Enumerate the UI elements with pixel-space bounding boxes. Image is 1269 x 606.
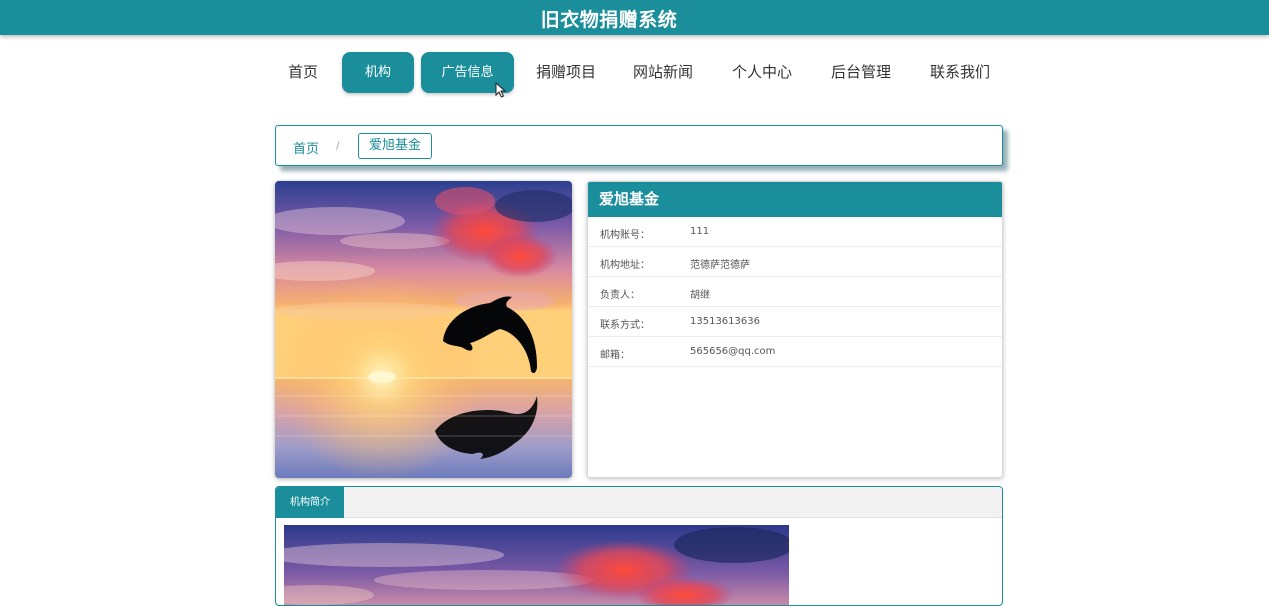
info-value: 范德萨范德萨 xyxy=(690,260,750,271)
info-value: 565656@qq.com xyxy=(690,346,776,357)
nav-item-news[interactable]: 网站新闻 xyxy=(624,52,702,93)
organization-photo xyxy=(275,181,572,478)
intro-image xyxy=(284,525,789,605)
breadcrumb-separator: / xyxy=(336,139,340,152)
dolphin-sunset-image xyxy=(275,181,572,478)
breadcrumb-current: 爱旭基金 xyxy=(358,133,433,159)
info-label: 邮箱： xyxy=(600,350,630,361)
info-label: 机构地址： xyxy=(600,260,650,271)
nav-item-contact[interactable]: 联系我们 xyxy=(921,52,999,93)
info-row-account: 机构账号： 111 xyxy=(588,217,1002,247)
organization-intro-panel: 机构简介 xyxy=(275,486,1003,606)
info-row-email: 邮箱： 565656@qq.com xyxy=(588,337,1002,367)
info-value: 胡继 xyxy=(690,290,710,301)
info-value: 111 xyxy=(690,226,710,237)
info-row-contact: 联系方式： 13513613636 xyxy=(588,307,1002,337)
top-header-bar: 旧衣物捐赠系统 xyxy=(0,0,1269,35)
tab-organization-intro[interactable]: 机构简介 xyxy=(276,487,344,518)
intro-tab-bar: 机构简介 xyxy=(276,487,1002,518)
info-label: 联系方式： xyxy=(600,320,650,331)
nav-item-organization[interactable]: 机构 xyxy=(342,52,414,93)
site-title: 旧衣物捐赠系统 xyxy=(540,9,678,31)
nav-item-donation-projects[interactable]: 捐赠项目 xyxy=(527,52,605,93)
mouse-cursor-icon xyxy=(495,82,507,98)
info-row-address: 机构地址： 范德萨范德萨 xyxy=(588,247,1002,277)
nav-item-home[interactable]: 首页 xyxy=(276,52,330,93)
intro-sunset-image xyxy=(284,525,789,605)
info-label: 机构账号： xyxy=(600,230,650,241)
nav-item-admin[interactable]: 后台管理 xyxy=(822,52,900,93)
info-row-manager: 负责人： 胡继 xyxy=(588,277,1002,307)
nav-item-user-center[interactable]: 个人中心 xyxy=(723,52,801,93)
breadcrumb-home-link[interactable]: 首页 xyxy=(293,138,319,157)
organization-name-heading: 爱旭基金 xyxy=(588,182,1002,217)
main-nav: 首页 机构 广告信息 捐赠项目 网站新闻 个人中心 后台管理 联系我们 xyxy=(0,52,1269,93)
info-value: 13513613636 xyxy=(690,316,760,327)
organization-info-card: 爱旭基金 机构账号： 111 机构地址： 范德萨范德萨 负责人： 胡继 联系方式… xyxy=(587,181,1003,478)
info-label: 负责人： xyxy=(600,290,640,301)
breadcrumb: 首页 / 爱旭基金 xyxy=(275,125,1003,166)
